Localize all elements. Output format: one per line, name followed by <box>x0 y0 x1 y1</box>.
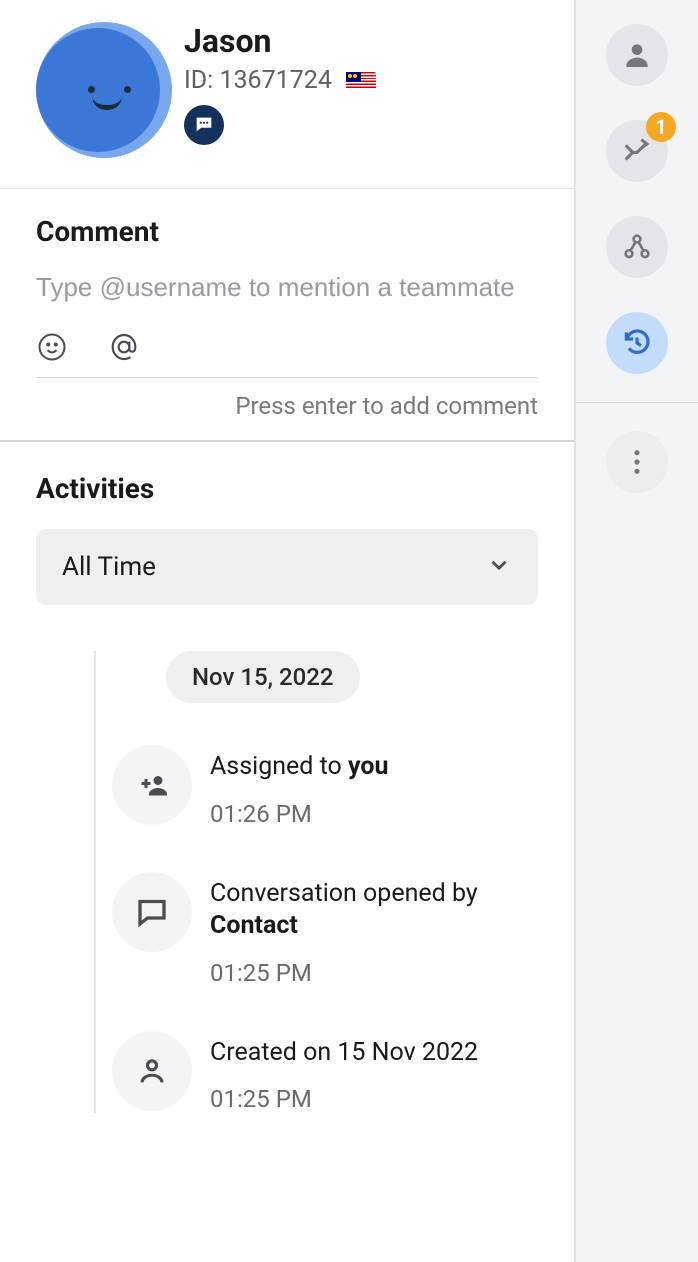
activities-section: Activities All Time Nov 15, 2022 Assigne… <box>0 442 574 1262</box>
activity-title: Conversation opened by Contact <box>210 878 538 943</box>
activity-time: 01:25 PM <box>210 1085 478 1113</box>
activity-item: Created on 15 Nov 2022 01:25 PM <box>94 1031 538 1114</box>
channel-chat-icon <box>184 105 224 145</box>
person-icon <box>112 1031 192 1111</box>
sidebar-share-button[interactable] <box>606 216 668 278</box>
activity-title: Created on 15 Nov 2022 <box>210 1037 478 1070</box>
activity-item: Conversation opened by Contact 01:25 PM <box>94 872 538 987</box>
activities-filter-dropdown[interactable]: All Time <box>36 529 538 605</box>
comment-heading: Comment <box>36 215 538 248</box>
profile-header: Jason ID: 13671724 <box>0 0 574 189</box>
sidebar-profile-button[interactable] <box>606 24 668 86</box>
comment-hint: Press enter to add comment <box>36 392 538 420</box>
sidebar-merge-button[interactable]: 1 <box>606 120 668 182</box>
activities-heading: Activities <box>36 472 538 505</box>
activity-timeline: Nov 15, 2022 Assigned to you 01:26 PM <box>36 651 538 1113</box>
emoji-icon[interactable] <box>36 331 68 363</box>
right-sidebar: 1 <box>576 0 698 1262</box>
activity-date-group: Nov 15, 2022 <box>166 651 360 703</box>
contact-id: ID: 13671724 <box>184 66 332 95</box>
chevron-down-icon <box>486 552 512 582</box>
mention-icon[interactable] <box>108 331 140 363</box>
activity-time: 01:26 PM <box>210 800 389 828</box>
chat-icon <box>112 872 192 952</box>
activity-item: Assigned to you 01:26 PM <box>94 745 538 828</box>
person-add-icon <box>112 745 192 825</box>
filter-selected-label: All Time <box>62 552 156 582</box>
sidebar-history-button[interactable] <box>606 312 668 374</box>
activity-time: 01:25 PM <box>210 959 538 987</box>
contact-name: Jason <box>184 22 376 60</box>
sidebar-more-button[interactable] <box>606 431 668 493</box>
country-flag-icon <box>346 72 376 90</box>
comment-input[interactable] <box>36 272 538 303</box>
notification-badge: 1 <box>646 112 676 142</box>
comment-section: Comment Press enter to add comment <box>0 189 574 442</box>
contact-avatar <box>36 22 172 158</box>
activity-title: Assigned to you <box>210 751 389 784</box>
